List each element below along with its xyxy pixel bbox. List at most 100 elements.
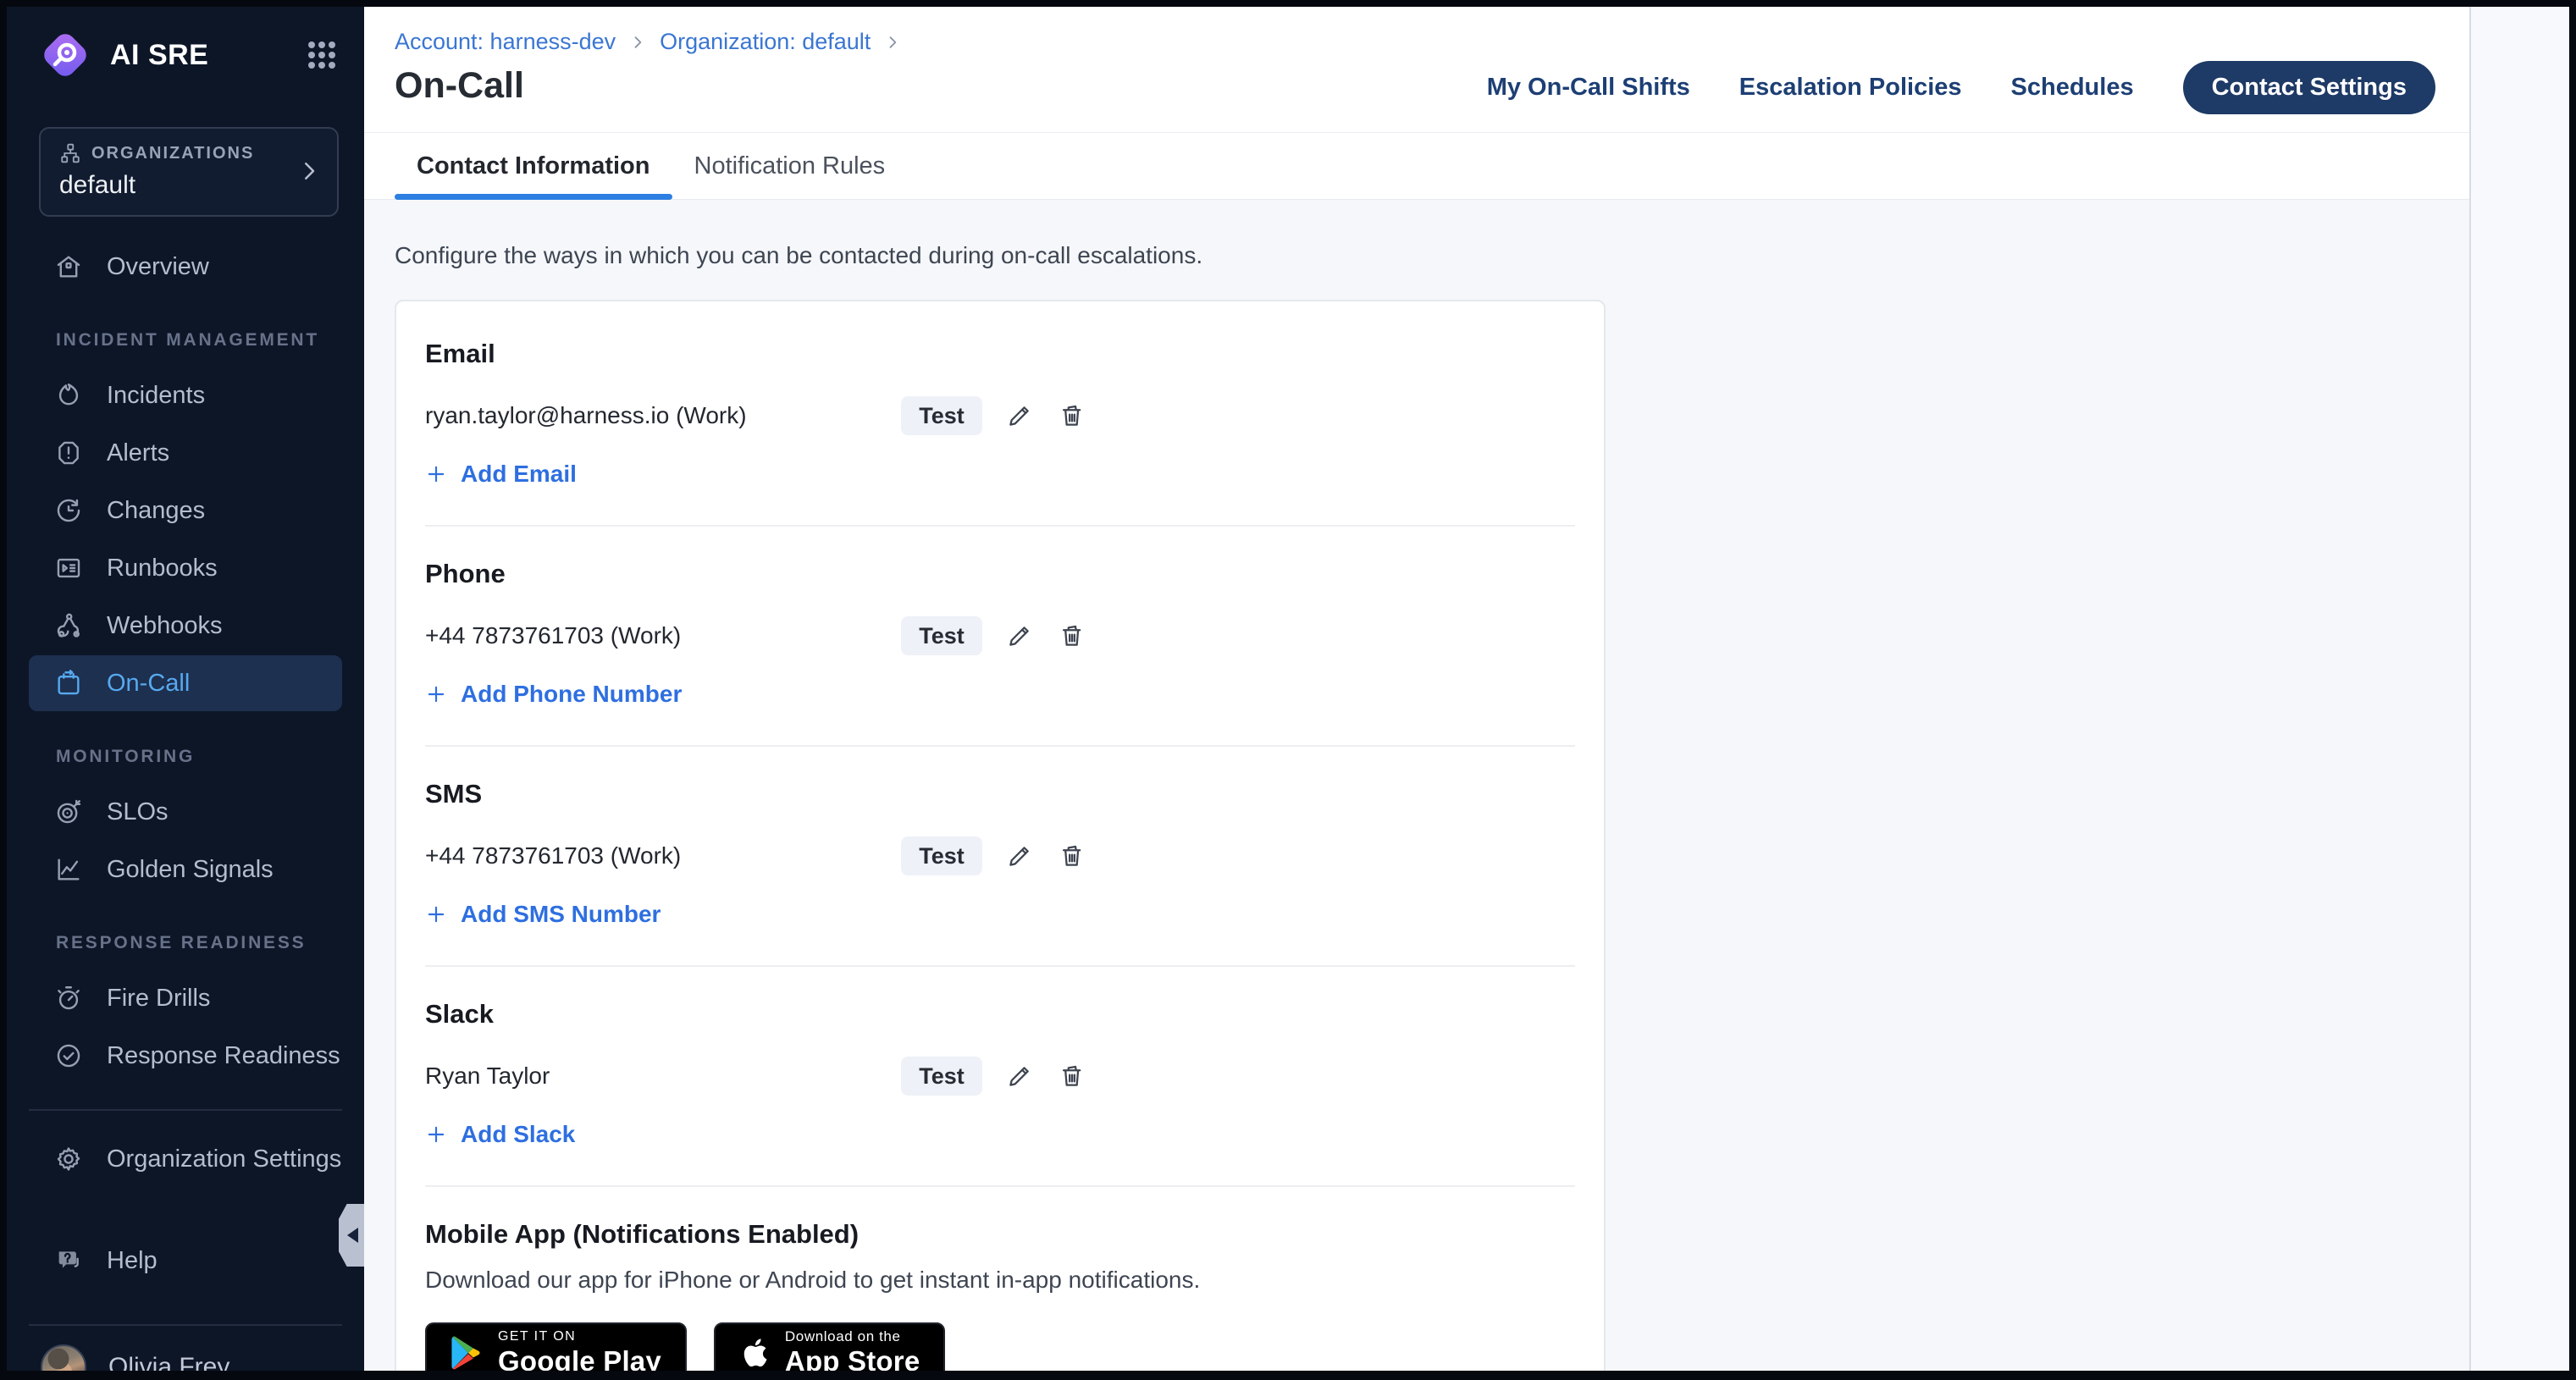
chevron-right-icon: [629, 34, 646, 51]
apple-icon: [739, 1336, 768, 1370]
sidebar-item-organization-settings[interactable]: Organization Settings: [29, 1131, 342, 1187]
app-logo-icon: [39, 29, 91, 81]
sidebar-item-golden-signals[interactable]: Golden Signals: [29, 842, 342, 897]
badge-tagline: Download on the: [785, 1329, 920, 1344]
edit-pencil-icon[interactable]: [1004, 1061, 1035, 1091]
badge-store-name: Google Play: [498, 1347, 661, 1371]
tab-contact-information[interactable]: Contact Information: [395, 133, 672, 199]
delete-trash-icon[interactable]: [1057, 1061, 1087, 1091]
right-gutter: [2469, 7, 2569, 1371]
avatar: [41, 1344, 86, 1371]
delete-trash-icon[interactable]: [1057, 621, 1087, 651]
test-button[interactable]: Test: [901, 396, 982, 435]
edit-pencil-icon[interactable]: [1004, 400, 1035, 431]
sidebar-collapse-handle[interactable]: [339, 1204, 364, 1267]
delete-trash-icon[interactable]: [1057, 841, 1087, 871]
add-phone-link[interactable]: Add Phone Number: [425, 681, 682, 708]
user-profile[interactable]: Olivia Frey: [7, 1326, 364, 1371]
contact-value: ryan.taylor@harness.io (Work): [425, 402, 901, 429]
app-grid-icon[interactable]: [305, 38, 339, 72]
contact-value: +44 7873761703 (Work): [425, 622, 901, 649]
section-title: Phone: [425, 559, 1575, 589]
contact-row: ryan.taylor@harness.io (Work) Test: [425, 396, 1575, 435]
sidebar-item-label: Golden Signals: [107, 856, 274, 884]
breadcrumb-organization[interactable]: Organization: default: [660, 29, 871, 55]
test-button[interactable]: Test: [901, 836, 982, 875]
section-title: SMS: [425, 779, 1575, 809]
nav-escalation-policies[interactable]: Escalation Policies: [1739, 74, 1962, 102]
section-title: Mobile App (Notifications Enabled): [425, 1219, 1575, 1250]
sidebar-item-label: Help: [107, 1247, 158, 1275]
nav-section-response-readiness: RESPONSE READINESS: [7, 899, 364, 970]
calendar-icon: [54, 669, 83, 698]
flame-icon: [54, 381, 83, 410]
section-title: Email: [425, 339, 1575, 369]
phone-section: Phone +44 7873761703 (Work) Test: [425, 525, 1575, 745]
sidebar-divider: [29, 1109, 342, 1111]
nav-schedules[interactable]: Schedules: [2011, 74, 2134, 102]
sidebar-item-on-call[interactable]: On-Call: [29, 655, 342, 711]
sidebar-nav: Overview INCIDENT MANAGEMENT Incidents A…: [7, 239, 364, 1324]
app-store-badge[interactable]: Download on the App Store: [714, 1322, 945, 1371]
plus-icon: [425, 463, 447, 485]
sidebar-item-fire-drills[interactable]: Fire Drills: [29, 970, 342, 1026]
help-chat-icon: [54, 1246, 83, 1275]
contact-row: +44 7873761703 (Work) Test: [425, 616, 1575, 655]
mobile-app-description: Download our app for iPhone or Android t…: [425, 1267, 1575, 1294]
sidebar-item-response-readiness[interactable]: Response Readiness: [29, 1028, 342, 1084]
sidebar-item-help[interactable]: Help: [29, 1233, 342, 1289]
nav-my-on-call-shifts[interactable]: My On-Call Shifts: [1487, 74, 1690, 102]
sidebar-item-alerts[interactable]: Alerts: [29, 425, 342, 481]
contact-row: Ryan Taylor Test: [425, 1057, 1575, 1096]
slack-section: Slack Ryan Taylor Test: [425, 965, 1575, 1185]
add-link-label: Add Slack: [461, 1121, 575, 1148]
add-sms-link[interactable]: Add SMS Number: [425, 901, 661, 928]
sidebar-item-changes[interactable]: Changes: [29, 483, 342, 538]
sidebar-item-label: Runbooks: [107, 555, 218, 582]
sidebar-item-webhooks[interactable]: Webhooks: [29, 598, 342, 654]
google-play-badge[interactable]: GET IT ON Google Play: [425, 1322, 687, 1371]
test-button[interactable]: Test: [901, 1057, 982, 1096]
org-tree-icon: [59, 142, 81, 164]
sidebar-item-slos[interactable]: SLOs: [29, 784, 342, 840]
nav-contact-settings-button[interactable]: Contact Settings: [2183, 61, 2435, 114]
sidebar-item-label: Webhooks: [107, 612, 223, 640]
breadcrumb-account[interactable]: Account: harness-dev: [395, 29, 616, 55]
target-icon: [54, 798, 83, 826]
app-window: AI SRE: [7, 7, 2569, 1371]
email-section: Email ryan.taylor@harness.io (Work) Test: [425, 306, 1575, 525]
chevron-right-icon: [296, 158, 322, 184]
add-link-label: Add SMS Number: [461, 901, 661, 928]
nav-section-incident-management: INCIDENT MANAGEMENT: [7, 296, 364, 367]
tab-notification-rules[interactable]: Notification Rules: [672, 133, 908, 199]
edit-pencil-icon[interactable]: [1004, 621, 1035, 651]
sidebar-item-label: Organization Settings: [107, 1145, 341, 1173]
webhook-icon: [54, 611, 83, 640]
contact-row: +44 7873761703 (Work) Test: [425, 836, 1575, 875]
sidebar-item-label: Fire Drills: [107, 985, 210, 1013]
brand-row: AI SRE: [7, 7, 364, 81]
edit-pencil-icon[interactable]: [1004, 841, 1035, 871]
contact-value: +44 7873761703 (Work): [425, 842, 901, 869]
sidebar-item-label: Overview: [107, 253, 209, 281]
add-email-link[interactable]: Add Email: [425, 461, 577, 488]
history-clock-icon: [54, 496, 83, 525]
plus-icon: [425, 683, 447, 705]
content-column: Account: harness-dev Organization: defau…: [364, 7, 2469, 1371]
home-icon: [54, 252, 83, 281]
sidebar-item-overview[interactable]: Overview: [29, 239, 342, 295]
delete-trash-icon[interactable]: [1057, 400, 1087, 431]
line-chart-icon: [54, 855, 83, 884]
sidebar-item-label: On-Call: [107, 670, 190, 698]
sidebar-item-label: Alerts: [107, 439, 169, 467]
store-badges: GET IT ON Google Play Downlo: [425, 1322, 1575, 1371]
organization-selector[interactable]: ORGANIZATIONS default: [39, 127, 339, 217]
sidebar-item-label: Response Readiness: [107, 1042, 340, 1070]
plus-icon: [425, 1123, 447, 1145]
sidebar-item-incidents[interactable]: Incidents: [29, 367, 342, 423]
runbook-icon: [54, 554, 83, 582]
chevron-right-icon: [884, 34, 901, 51]
add-slack-link[interactable]: Add Slack: [425, 1121, 575, 1148]
sidebar-item-runbooks[interactable]: Runbooks: [29, 540, 342, 596]
test-button[interactable]: Test: [901, 616, 982, 655]
